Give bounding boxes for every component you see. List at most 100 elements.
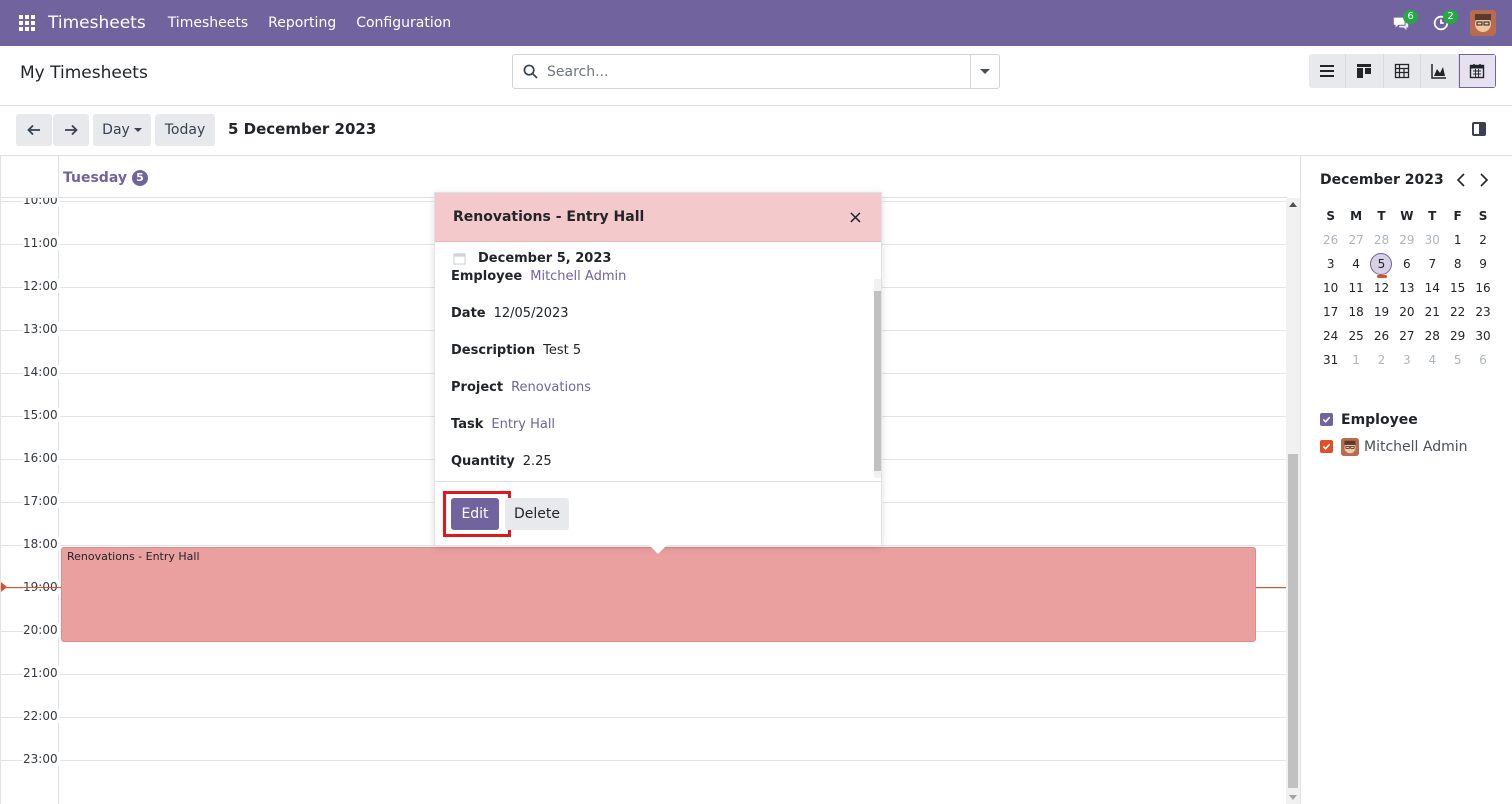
mini-calendar-day[interactable]: 15 [1445,281,1470,295]
mini-calendar-day[interactable]: 2 [1369,353,1394,367]
list-view-button[interactable] [1308,54,1346,88]
mini-calendar-day[interactable]: 17 [1318,305,1343,319]
calendar-event[interactable]: Renovations - Entry Hall [61,547,1256,642]
mini-calendar-day[interactable]: 21 [1420,305,1445,319]
mini-calendar-day[interactable]: 26 [1318,233,1343,247]
scale-dropdown[interactable]: Day [93,114,151,146]
mini-calendar-day[interactable]: 30 [1420,233,1445,247]
mini-calendar-day[interactable]: 18 [1343,305,1368,319]
day-number: 9 [1479,257,1487,271]
user-avatar[interactable] [1470,10,1496,36]
mini-calendar-day[interactable]: 1 [1445,233,1470,247]
menu-item-configuration[interactable]: Configuration [346,15,461,31]
checkbox-checked-icon[interactable] [1320,440,1333,453]
popover-header: Renovations - Entry Hall × [435,193,881,242]
day-number: 29 [1450,329,1466,343]
mini-calendar-day[interactable]: 25 [1343,329,1368,343]
mini-calendar-day[interactable]: 10 [1318,281,1343,295]
messages-button[interactable]: 6 [1384,0,1418,46]
mini-calendar-day[interactable]: 13 [1394,281,1419,295]
scale-dropdown-label: Day [102,122,130,138]
activities-button[interactable]: 2 [1424,0,1458,46]
mini-calendar-day[interactable]: 3 [1394,353,1419,367]
popover-arrow [649,545,667,554]
scroll-down-icon[interactable] [1289,795,1297,800]
mini-calendar-day[interactable]: 30 [1470,329,1495,343]
mini-calendar-day[interactable]: 12 [1369,281,1394,295]
hour-row[interactable]: 22:00 [1,709,1287,760]
mini-calendar-day[interactable]: 23 [1470,305,1495,319]
project-link[interactable]: Renovations [511,380,591,395]
employee-link[interactable]: Mitchell Admin [530,269,626,284]
mini-calendar-day[interactable]: 19 [1369,305,1394,319]
mini-calendar-week: 3 456 7 8 9 [1318,252,1496,278]
mini-calendar-day[interactable]: 28 [1420,329,1445,343]
control-panel: My Timesheets [0,46,1512,106]
search-box [512,54,1000,89]
previous-button[interactable] [16,114,52,146]
list-icon [1319,65,1334,77]
mini-calendar-day[interactable]: 8 [1445,257,1470,271]
mini-calendar-day[interactable]: 16 [1470,281,1495,295]
mini-calendar-day[interactable]: 20 [1394,305,1419,319]
mini-calendar-day[interactable]: 31 [1318,353,1343,367]
next-button[interactable] [53,114,89,146]
hour-row[interactable]: 23:00 [1,752,1287,803]
mini-calendar-day[interactable]: 26 [1369,329,1394,343]
kanban-view-button[interactable] [1346,54,1384,88]
delete-button[interactable]: Delete [505,498,569,530]
checkbox-checked-icon[interactable] [1320,413,1333,426]
mini-calendar-day[interactable]: 22 [1445,305,1470,319]
calendar-scrollbar[interactable] [1286,198,1300,804]
field-employee: Employee Mitchell Admin [451,269,626,284]
mini-calendar-day[interactable]: 4 [1343,257,1368,271]
calendar-scrollbar-thumb[interactable] [1288,454,1298,788]
mini-calendar-day[interactable]: 27 [1343,233,1368,247]
pivot-view-button[interactable] [1383,54,1421,88]
hour-label: 12:00 [23,279,60,293]
filter-item[interactable]: Mitchell Admin [1320,433,1468,460]
mini-calendar-day[interactable]: 6 [1470,353,1495,367]
mini-calendar-day[interactable]: 28 [1369,233,1394,247]
kanban-icon [1357,64,1372,78]
menu-item-reporting[interactable]: Reporting [258,15,346,31]
scroll-up-icon[interactable] [1289,202,1297,207]
app-menu-button[interactable] [10,6,44,40]
app-name[interactable]: Timesheets [48,13,146,33]
page-title[interactable]: My Timesheets [20,63,148,83]
mini-calendar-day[interactable]: 27 [1394,329,1419,343]
mini-calendar-today[interactable]: 5 [1369,253,1394,278]
mini-calendar-day[interactable]: 6 [1394,257,1419,271]
mini-calendar-day[interactable]: 4 [1420,353,1445,367]
mini-calendar-day[interactable]: 14 [1420,281,1445,295]
search-options-toggle[interactable] [970,55,999,88]
close-icon[interactable]: × [848,207,863,228]
mini-calendar-day[interactable]: 9 [1470,257,1495,271]
sidebar-toggle-icon[interactable] [1472,122,1486,136]
calendar-view-button[interactable] [1458,54,1496,88]
mini-calendar-day[interactable]: 24 [1318,329,1343,343]
menu-item-timesheets[interactable]: Timesheets [158,15,258,31]
filter-section-header[interactable]: Employee [1320,406,1468,433]
day-number: 3 [1326,257,1335,271]
task-link[interactable]: Entry Hall [491,417,555,432]
today-button[interactable]: Today [155,114,215,146]
mini-calendar-day[interactable]: 5 [1445,353,1470,367]
mini-calendar-day[interactable]: 7 [1420,257,1445,271]
popover-scrollbar[interactable] [874,279,881,478]
mini-calendar-day[interactable]: 29 [1445,329,1470,343]
search-input[interactable] [547,55,970,88]
mini-calendar-day[interactable]: 11 [1343,281,1368,295]
field-label: Project [451,380,504,395]
popover-footer: Edit Delete [435,481,881,546]
mini-calendar-day[interactable]: 29 [1394,233,1419,247]
graph-view-button[interactable] [1421,54,1459,88]
mini-calendar-next-button[interactable] [1478,172,1490,191]
popover-scrollbar-thumb[interactable] [874,291,881,471]
hour-row[interactable]: 21:00 [1,666,1287,717]
activities-count-badge: 2 [1443,10,1458,24]
mini-calendar-day[interactable]: 3 [1318,257,1343,271]
mini-calendar-day[interactable]: 1 [1343,353,1368,367]
mini-calendar-prev-button[interactable] [1455,172,1467,191]
mini-calendar-day[interactable]: 2 [1470,233,1495,247]
